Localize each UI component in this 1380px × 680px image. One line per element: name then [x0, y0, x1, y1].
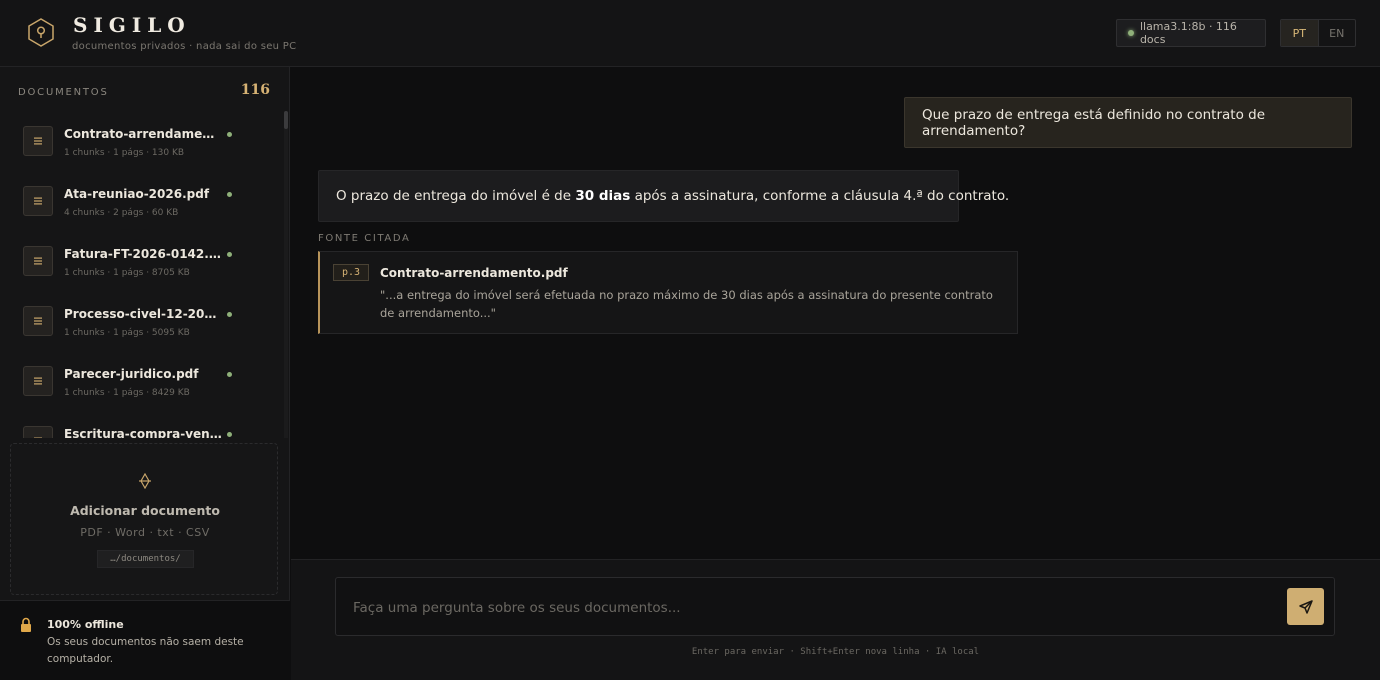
lang-button-en[interactable]: EN	[1319, 20, 1356, 46]
assistant-message-text: O prazo de entrega do imóvel é de	[336, 188, 576, 204]
offline-description: Os seus documentos não saem deste comput…	[47, 636, 244, 665]
supported-formats: PDF · Word · txt · CSV	[80, 526, 210, 539]
paper-plane-icon	[1298, 599, 1313, 614]
source-quote: "...a entrega do imóvel será efetuada no…	[380, 288, 993, 320]
page-tag: p.3	[333, 264, 369, 281]
document-item-0[interactable]: Contrato-arrendamento.pdf 1 chunks · 1 p…	[0, 113, 282, 173]
document-icon	[23, 126, 53, 156]
logo-hexagon-icon	[28, 18, 54, 47]
document-icon	[23, 306, 53, 336]
diamond-spark-icon	[139, 473, 151, 489]
app-header: SIGILO documentos privados · nada sai do…	[0, 0, 1380, 67]
offline-notice: 100% offline Os seus documentos não saem…	[0, 600, 290, 680]
document-list[interactable]: Contrato-arrendamento.pdf 1 chunks · 1 p…	[0, 113, 290, 438]
document-item-2[interactable]: Fatura-FT-2026-0142.pdf 1 chunks · 1 pág…	[0, 233, 282, 293]
sidebar: DOCUMENTOS 116 Contrato-arrendamento.pdf…	[0, 67, 290, 680]
assistant-message-text-end: após a assinatura, conforme a cláusula 4…	[630, 188, 1010, 204]
document-item-1[interactable]: Ata-reuniao-2026.pdf 4 chunks · 2 págs ·…	[0, 173, 282, 233]
documents-folder-path: …/documentos/	[97, 550, 194, 568]
indexed-status-icon	[227, 432, 232, 437]
model-info-text: llama3.1:8b · 116 docs	[1139, 20, 1237, 46]
document-icon	[23, 366, 53, 396]
document-icon	[23, 246, 53, 276]
document-meta: 4 chunks · 2 págs · 60 KB	[64, 208, 179, 218]
offline-title: 100% offline	[47, 618, 124, 631]
document-meta: 1 chunks · 1 págs · 5095 KB	[64, 328, 190, 338]
document-meta: 1 chunks · 1 págs · 8705 KB	[64, 268, 190, 278]
document-name: Parecer-juridico.pdf	[64, 367, 199, 381]
assistant-message: O prazo de entrega do imóvel é de 30 dia…	[318, 170, 1009, 222]
indexed-status-icon	[227, 372, 232, 377]
document-name: Fatura-FT-2026-0142.pdf	[64, 247, 222, 261]
indexed-status-icon	[227, 132, 232, 137]
keyboard-hint: Enter para enviar · Shift+Enter nova lin…	[691, 647, 980, 657]
message-composer: Enter para enviar · Shift+Enter nova lin…	[291, 559, 1380, 680]
documents-count: 116	[240, 82, 270, 98]
document-meta: 1 chunks · 1 págs · 8429 KB	[64, 388, 190, 398]
document-icon	[23, 186, 53, 216]
lock-icon	[21, 617, 31, 632]
document-item-3[interactable]: Processo-civel-12-2026.pdf 1 chunks · 1 …	[0, 293, 282, 353]
document-list-scroll-thumb[interactable]	[284, 111, 288, 129]
add-document-title: Adicionar documento	[70, 503, 220, 518]
cited-source-label: FONTE CITADA	[318, 233, 411, 244]
send-button[interactable]	[1287, 588, 1324, 625]
document-name: Processo-civel-12-2026.pdf	[64, 307, 222, 321]
document-name: Ata-reuniao-2026.pdf	[64, 187, 210, 201]
cited-source-card[interactable]: p.3 Contrato-arrendamento.pdf "...a entr…	[318, 251, 1018, 334]
source-file-name: Contrato-arrendamento.pdf	[380, 266, 568, 280]
indexed-status-icon	[227, 192, 232, 197]
document-item-5[interactable]: Escritura-compra-venda.pdf	[0, 413, 282, 438]
indexed-status-icon	[227, 312, 232, 317]
document-name: Contrato-arrendamento.pdf	[64, 127, 222, 141]
language-switch: PT EN	[1280, 19, 1356, 47]
model-status-badge: llama3.1:8b · 116 docs	[1116, 19, 1266, 47]
document-item-4[interactable]: Parecer-juridico.pdf 1 chunks · 1 págs ·…	[0, 353, 282, 413]
chat-area: Que prazo de entrega está definido no co…	[291, 67, 1380, 680]
app-subtitle: documentos privados · nada sai do seu PC	[72, 41, 297, 52]
assistant-message-highlight: 30 dias	[575, 188, 631, 204]
documents-heading: DOCUMENTOS	[18, 87, 109, 98]
question-input-box	[335, 577, 1335, 636]
question-input[interactable]	[353, 598, 1253, 618]
document-name: Escritura-compra-venda.pdf	[64, 427, 222, 438]
online-status-icon	[1128, 30, 1134, 36]
document-list-scrollbar[interactable]	[284, 113, 288, 438]
add-document-dropzone[interactable]: Adicionar documento PDF · Word · txt · C…	[10, 443, 278, 595]
indexed-status-icon	[227, 252, 232, 257]
app-title: SIGILO	[73, 13, 191, 37]
user-message: Que prazo de entrega está definido no co…	[904, 97, 1352, 148]
document-meta: 1 chunks · 1 págs · 130 KB	[64, 148, 185, 158]
lang-button-pt[interactable]: PT	[1281, 20, 1319, 46]
document-icon	[23, 426, 53, 438]
